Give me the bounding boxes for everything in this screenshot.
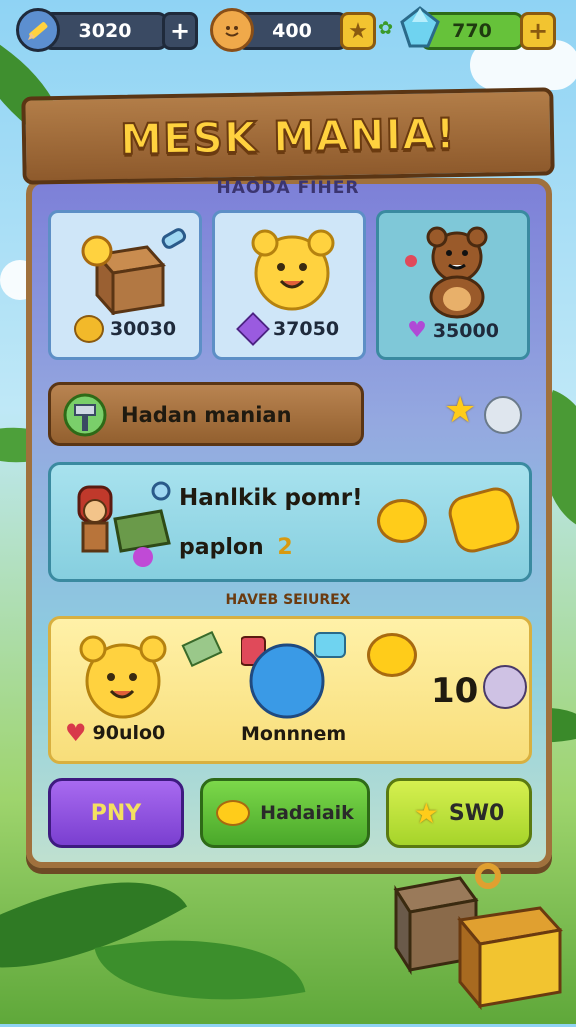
page-title: MESK MANIA! [119, 108, 457, 165]
gold-coin-icon [367, 633, 417, 677]
purple-gem-icon [236, 312, 270, 346]
card-price: 30030 [51, 315, 199, 343]
crystal-icon [398, 6, 442, 50]
adventurer-cart-icon [77, 481, 171, 567]
add-gems-button[interactable]: + [520, 12, 556, 50]
treasure-chest-icon [393, 863, 563, 1010]
right-button[interactable]: ★ SW0 [386, 778, 532, 848]
star-icon: ★ [444, 390, 477, 431]
grey-ball-icon [484, 396, 522, 434]
featured-name: Monnnem [241, 723, 347, 745]
menu-item-label: Hadan manian [121, 403, 292, 427]
bear-icon [405, 226, 488, 319]
sprout-icon [483, 665, 527, 709]
shop-card-bear[interactable]: ♥ 35000 [376, 210, 530, 360]
blue-orb-icon [241, 632, 346, 719]
treasure-crate-icon [81, 228, 187, 315]
yellow-critter-icon [79, 635, 167, 719]
shop-subtitle: HAODA FIHER [216, 178, 360, 198]
smiley-bean-icon [210, 8, 254, 52]
coins-value: 3020 [78, 20, 132, 42]
section-label: HAVEB SEIUREX [225, 592, 351, 608]
hammer-icon [63, 393, 107, 437]
featured-count: 10 [431, 671, 479, 711]
title-banner: MESK MANIA! [21, 87, 555, 185]
featured-price: ♥ 90ulo0 [65, 719, 166, 747]
candy-icon [181, 630, 223, 668]
red-heart-icon: ♥ [65, 719, 87, 747]
gems-value: 770 [452, 20, 492, 42]
card-price: 37050 [215, 312, 363, 346]
energy-value: 400 [272, 20, 312, 42]
promo-title: Hanlkik pomr! [179, 485, 363, 511]
shop-card-blob[interactable]: 37050 [212, 210, 366, 360]
plus-icon: + [527, 17, 549, 45]
promo-subtitle: paplon 2 [179, 535, 293, 560]
card-price: ♥ 35000 [407, 318, 499, 343]
heart-gem-icon: ♥ [407, 318, 427, 343]
promo-box[interactable]: Hanlkik pomr! paplon 2 [48, 462, 532, 582]
gold-coin-icon [216, 800, 251, 826]
gold-coin-icon [377, 499, 427, 543]
clover-icon: ✿ [378, 18, 394, 39]
coins-counter: 3020 [42, 12, 168, 50]
middle-button[interactable]: Hadaiaik [200, 778, 370, 848]
add-coins-button[interactable]: + [162, 12, 198, 50]
yellow-critter-icon [251, 229, 335, 311]
play-button[interactable]: PNY [48, 778, 184, 848]
shop-card-crate[interactable]: 30030 [48, 210, 202, 360]
star-bonus-button[interactable]: ★ [340, 12, 376, 50]
menu-row[interactable]: Hadan manian [48, 382, 364, 446]
featured-box[interactable]: 10 ♥ 90ulo0 Monnnem [48, 616, 532, 764]
star-icon: ★ [348, 18, 368, 44]
pencil-icon[interactable] [16, 8, 60, 52]
gold-coin-stack-icon [444, 483, 524, 557]
gold-coin-icon [73, 315, 104, 343]
star-icon: ★ [413, 796, 439, 830]
